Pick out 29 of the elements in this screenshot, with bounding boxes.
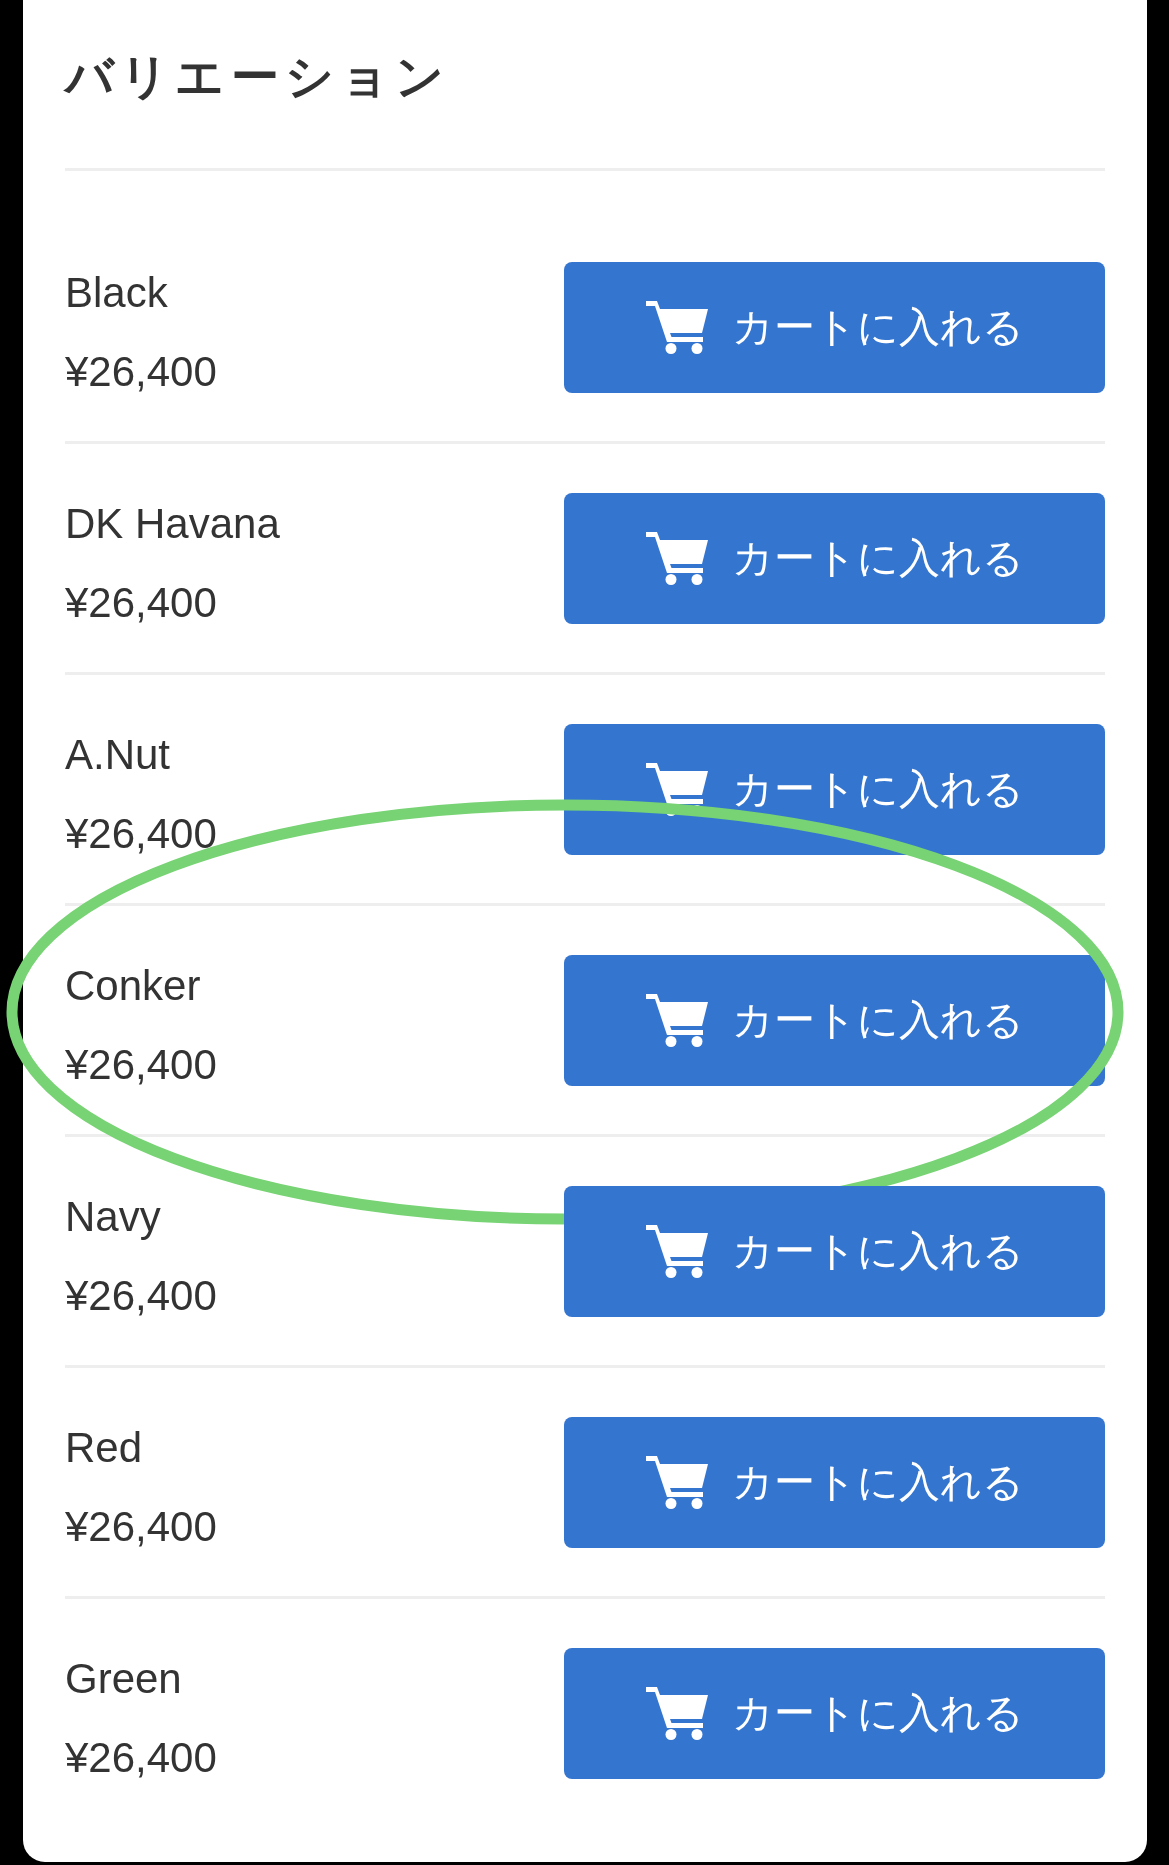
add-to-cart-button[interactable]: カートに入れる [564,724,1105,855]
variant-price: ¥26,400 [65,578,218,628]
variant-name: Black [65,268,169,318]
variant-price: ¥26,400 [65,1502,217,1552]
add-to-cart-button[interactable]: カートに入れる [564,493,1105,624]
add-to-cart-button[interactable]: カートに入れる [564,1648,1105,1779]
variant-name: DK Havana [65,499,280,549]
variant-price: ¥26,400 [65,1271,217,1321]
variant-name: Navy [65,1192,162,1242]
add-to-cart-button[interactable]: カートに入れる [564,955,1105,1086]
cart-icon [645,763,708,816]
variant-price: ¥26,400 [65,1040,217,1090]
cart-icon [645,1456,708,1509]
section-title: バリエーション [65,0,1105,171]
cart-icon [645,532,708,585]
cart-icon [645,301,708,354]
variant-name: Red [65,1423,144,1473]
variant-price: ¥26,400 [65,1733,217,1783]
variant-name: A.Nut [65,730,172,780]
cart-icon [645,1225,708,1278]
variant-name: Green [65,1654,183,1704]
add-to-cart-button[interactable]: カートに入れる [564,1417,1105,1548]
cart-icon [645,1687,708,1740]
variant-price: ¥26,400 [65,347,217,397]
add-to-cart-button[interactable]: カートに入れる [564,262,1105,393]
cart-icon [645,994,708,1047]
variant-price: ¥26,400 [65,809,217,859]
add-to-cart-button[interactable]: カートに入れる [564,1186,1105,1317]
variant-name: Conker [65,961,202,1011]
